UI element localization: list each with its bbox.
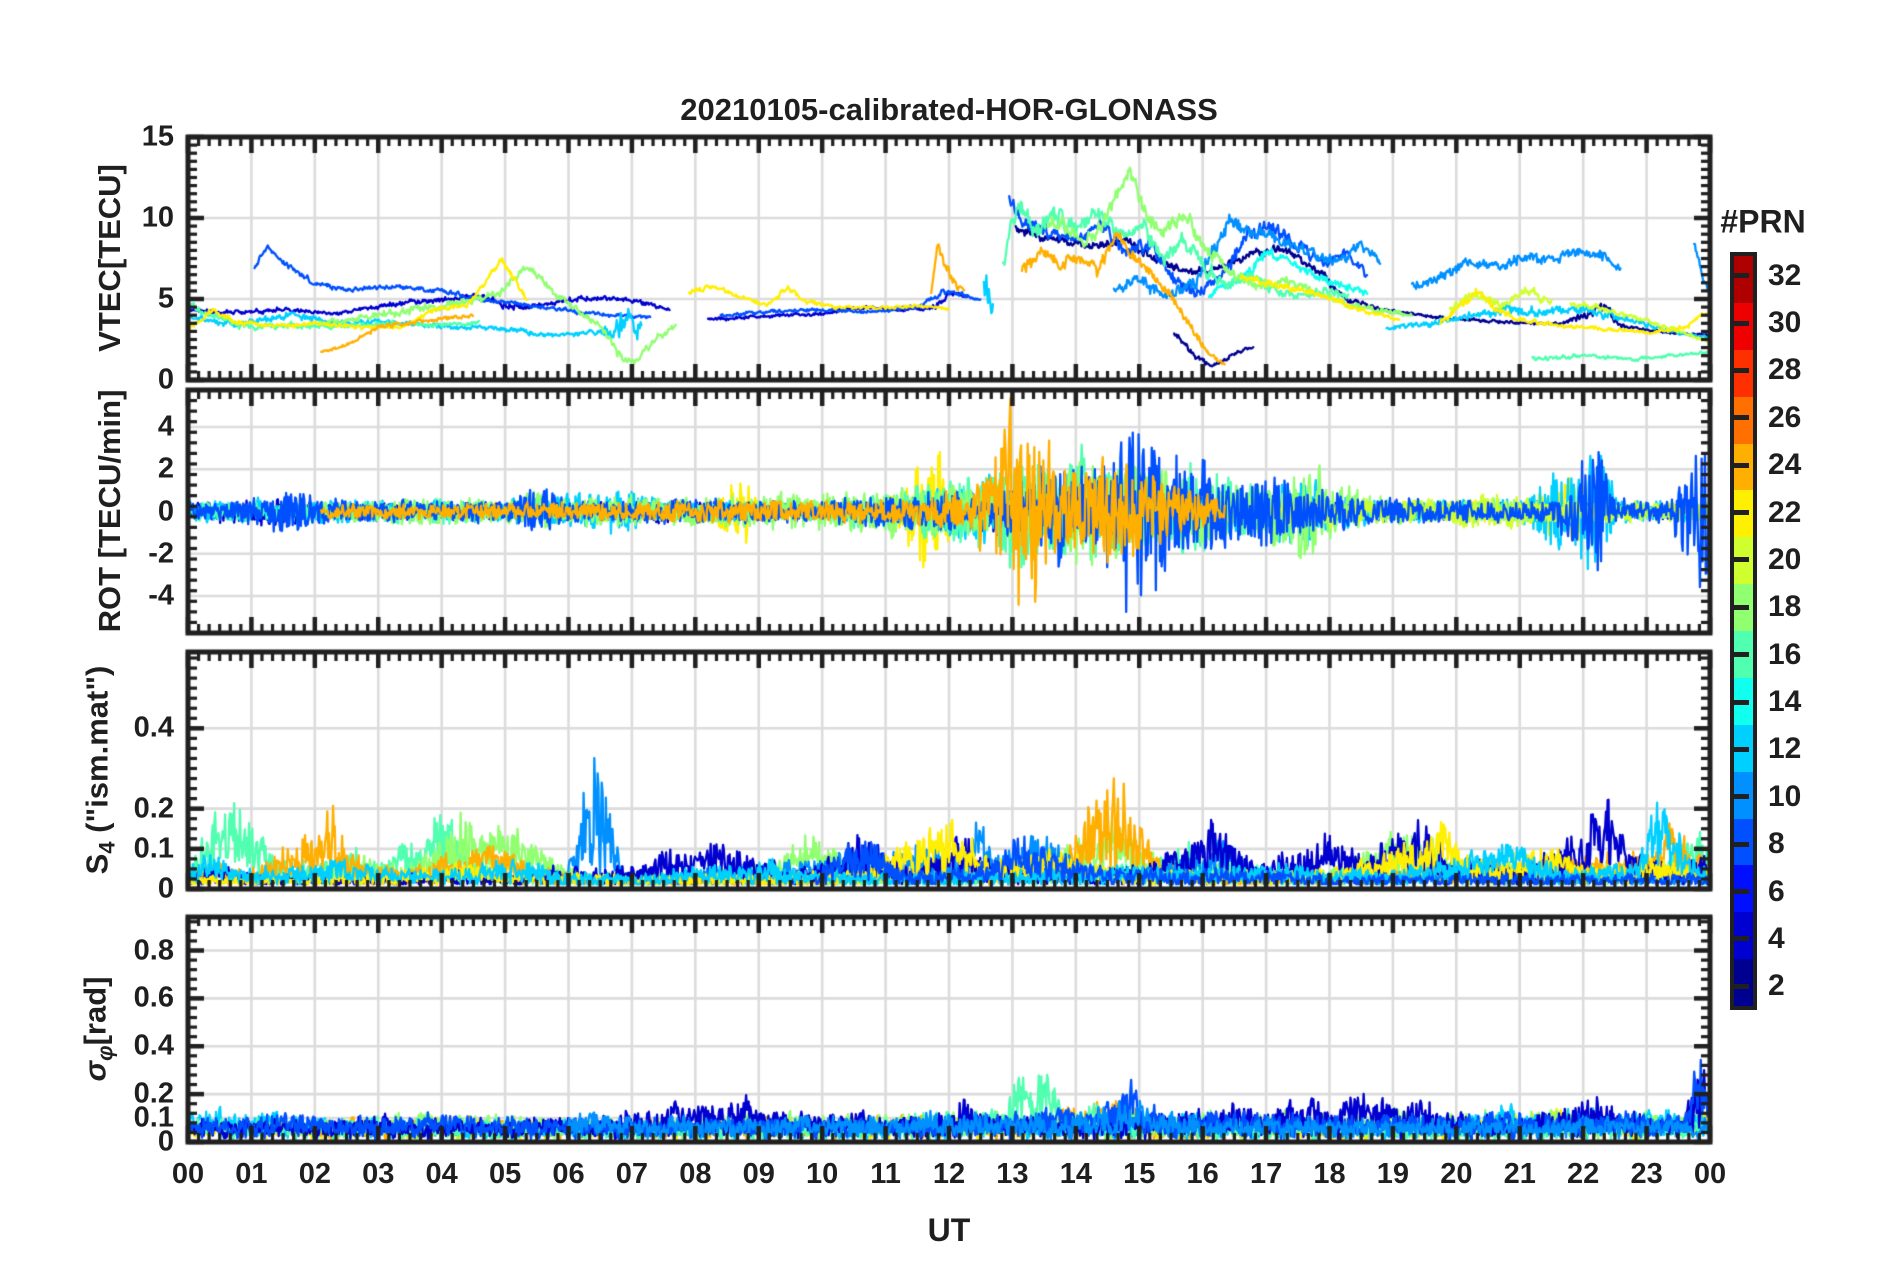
colorbar-tick: [1732, 652, 1749, 658]
x-tick-label: 21: [1503, 1158, 1536, 1190]
x-tick-label: 17: [1249, 1158, 1283, 1190]
y-tick-label-sigphi: 0.8: [133, 934, 174, 966]
colorbar-tick-label: 24: [1768, 448, 1802, 482]
colorbar-tick: [1732, 746, 1749, 752]
x-tick-label: 12: [932, 1158, 966, 1190]
ylabel-s4: S4 ("ism.mat"): [79, 666, 120, 875]
x-tick-label: 00: [171, 1158, 205, 1190]
colorbar-tick-label: 18: [1768, 590, 1802, 624]
x-tick-label: 03: [362, 1158, 395, 1190]
colorbar-tick: [1732, 983, 1749, 989]
y-tick-label-rot: -4: [148, 579, 174, 612]
colorbar-tick: [1732, 367, 1749, 373]
y-tick-label-s4: 0.2: [133, 792, 174, 825]
y-tick-label-sigphi: 0.2: [133, 1077, 174, 1110]
x-tick-label: 11: [870, 1158, 901, 1190]
colorbar-tick: [1732, 415, 1749, 421]
figure: 20210105-calibrated-HOR-GLONASS VTEC[TEC…: [0, 0, 1902, 1272]
colorbar: [1730, 252, 1757, 1010]
ylabel-sigma-sub: φ: [92, 1045, 118, 1061]
x-tick-label: 14: [1059, 1158, 1092, 1190]
colorbar-tick: [1732, 510, 1749, 516]
colorbar-tick: [1732, 320, 1749, 326]
colorbar-tick-label: 22: [1768, 495, 1802, 529]
ylabel-sigma-phi: σφ[rad]: [77, 977, 118, 1082]
x-tick-label: 10: [806, 1158, 839, 1190]
x-tick-label: 07: [615, 1158, 649, 1190]
colorbar-tick: [1732, 936, 1749, 942]
ylabel-sigma-base: σ: [77, 1060, 113, 1082]
ylabel-rot: ROT [TECU/min]: [92, 390, 128, 633]
y-tick-label-rot: -2: [148, 537, 174, 570]
colorbar-tick-label: 26: [1768, 400, 1802, 434]
colorbar-tick-label: 14: [1768, 685, 1802, 719]
colorbar-tick-label: 6: [1768, 874, 1785, 908]
x-tick-label: 02: [298, 1158, 331, 1190]
y-tick-label-rot: 2: [157, 452, 174, 485]
x-tick-label: 01: [235, 1158, 268, 1190]
y-tick-label-vtec: 5: [157, 282, 174, 315]
y-tick-label-rot: 0: [157, 495, 174, 527]
colorbar-tick: [1732, 462, 1749, 468]
ylabel-sigma-post: [rad]: [77, 976, 113, 1046]
y-tick-label-s4: 0.1: [133, 832, 174, 865]
colorbar-tick: [1732, 841, 1749, 847]
x-tick-label: 15: [1123, 1158, 1156, 1190]
colorbar-tick: [1732, 557, 1749, 563]
x-tick-label: 09: [742, 1158, 775, 1190]
colorbar-tick: [1732, 604, 1749, 610]
colorbar-tick-label: 28: [1768, 353, 1802, 387]
colorbar-tick-label: 8: [1768, 827, 1785, 861]
y-tick-label-sigphi: 0.6: [133, 981, 174, 1014]
colorbar-title: #PRN: [1720, 203, 1806, 240]
x-tick-label: 05: [488, 1158, 522, 1190]
y-tick-label-sigphi: 0.4: [133, 1029, 174, 1062]
x-tick-label: 04: [425, 1158, 458, 1190]
colorbar-block: [1734, 256, 1753, 303]
y-tick-label-rot: 4: [157, 410, 174, 443]
ylabel-s4-sub: 4: [94, 841, 120, 854]
plot-canvas: [0, 0, 1902, 1272]
ylabel-s4-base: S: [79, 853, 115, 875]
x-tick-label: 20: [1440, 1158, 1473, 1190]
colorbar-tick-label: 12: [1768, 732, 1802, 766]
ylabel-vtec-text: VTEC[TECU]: [92, 164, 127, 352]
colorbar-tick: [1732, 699, 1749, 705]
plot-title: 20210105-calibrated-HOR-GLONASS: [680, 92, 1218, 127]
colorbar-tick-label: 30: [1768, 306, 1802, 340]
x-tick-label: 18: [1313, 1158, 1346, 1190]
y-tick-label-vtec: 15: [141, 120, 174, 153]
colorbar-tick: [1732, 889, 1749, 895]
colorbar-tick: [1732, 273, 1749, 279]
colorbar-block: [1734, 349, 1753, 397]
x-tick-label: 00: [1693, 1158, 1727, 1190]
ylabel-rot-text: ROT [TECU/min]: [92, 389, 127, 633]
x-tick-label: 06: [552, 1158, 585, 1190]
xlabel-ut: UT: [927, 1212, 971, 1248]
y-tick-label-vtec: 10: [141, 201, 174, 234]
colorbar-block: [1734, 959, 1753, 1006]
colorbar-tick-label: 32: [1768, 258, 1802, 292]
colorbar-tick-label: 10: [1768, 779, 1802, 813]
x-tick-label: 16: [1186, 1158, 1219, 1190]
colorbar-tick-label: 4: [1768, 921, 1785, 955]
colorbar-tick-label: 2: [1768, 969, 1785, 1003]
colorbar-tick: [1732, 794, 1749, 800]
y-tick-label-vtec: 0: [157, 363, 174, 396]
x-tick-label: 23: [1630, 1158, 1663, 1190]
x-tick-label: 22: [1567, 1158, 1600, 1190]
colorbar-tick-label: 16: [1768, 637, 1802, 671]
colorbar-block: [1734, 302, 1753, 350]
y-tick-label-s4: 0.4: [133, 711, 174, 744]
y-tick-label-s4: 0: [157, 872, 174, 905]
x-tick-label: 19: [1376, 1158, 1410, 1190]
x-tick-label: 08: [679, 1158, 712, 1190]
colorbar-tick-label: 20: [1768, 542, 1802, 576]
ylabel-s4-post: ("ism.mat"): [79, 665, 115, 842]
x-tick-label: 13: [996, 1158, 1029, 1190]
ylabel-vtec: VTEC[TECU]: [92, 164, 128, 352]
